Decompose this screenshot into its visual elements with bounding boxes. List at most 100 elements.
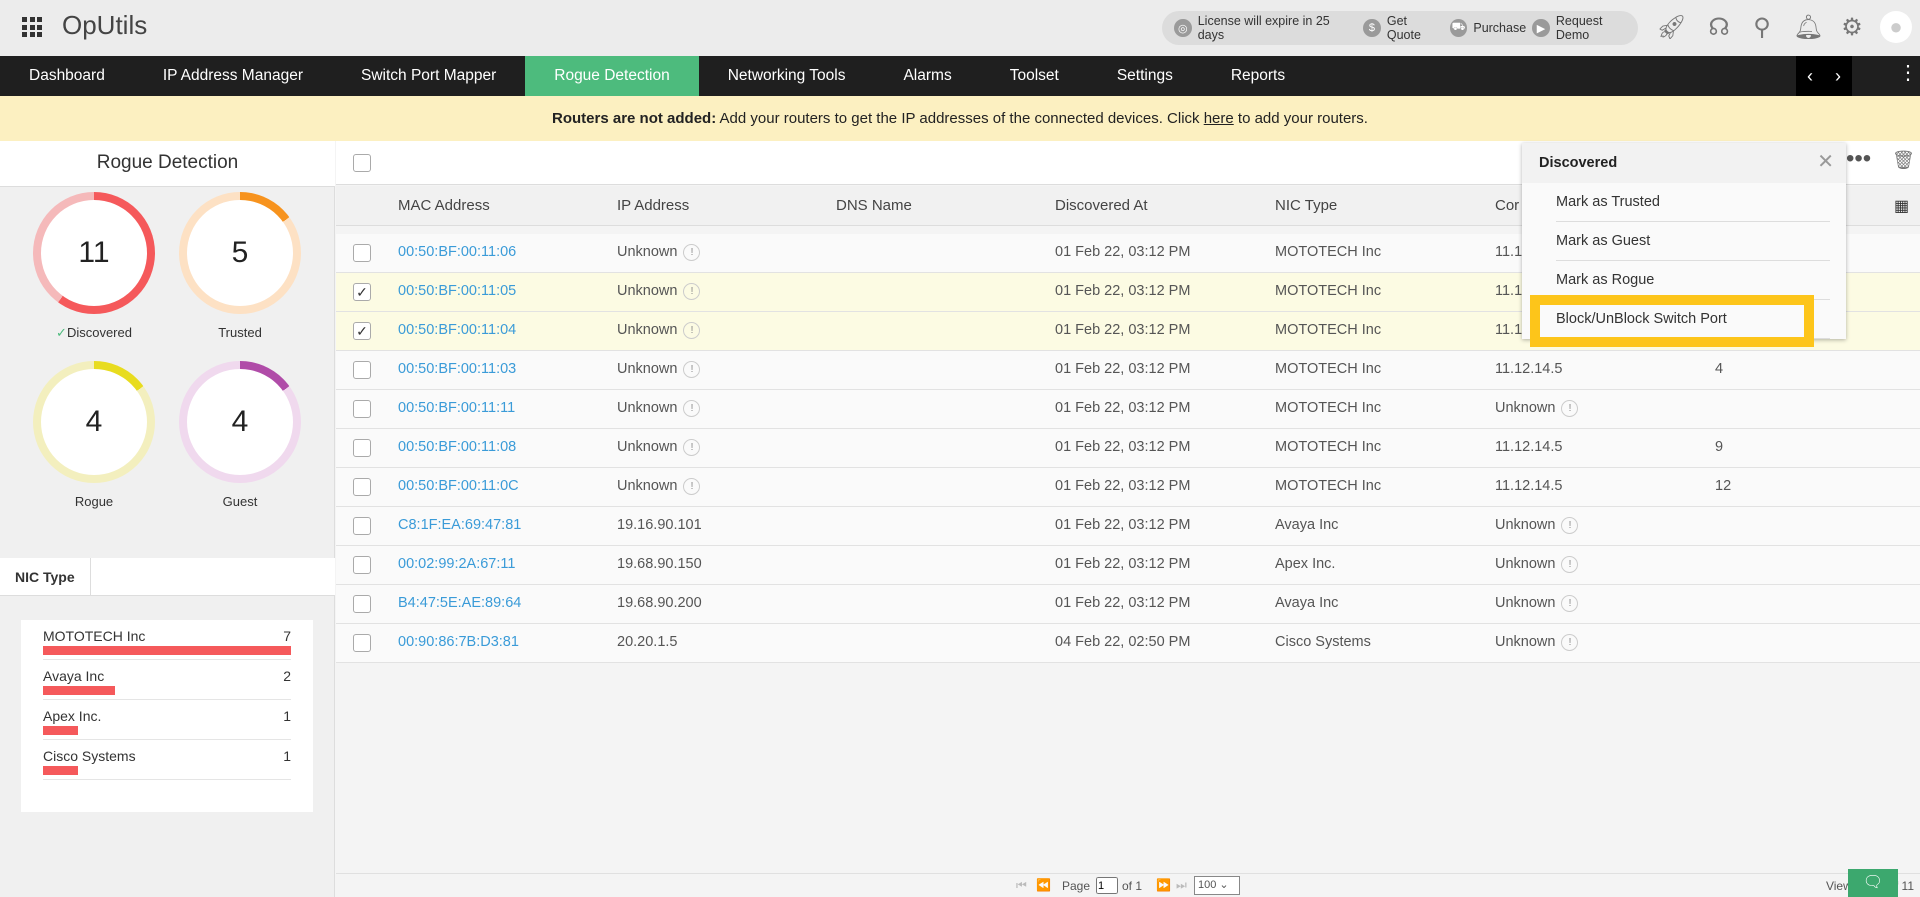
apps-grid-icon[interactable]	[22, 17, 42, 37]
row-checkbox[interactable]	[353, 634, 371, 652]
mac-address-link[interactable]: 00:50:BF:00:11:03	[398, 361, 516, 377]
info-icon[interactable]: !	[683, 322, 701, 339]
nic-item[interactable]: Apex Inc. 1	[43, 700, 291, 740]
connected-text: Unknown	[1495, 517, 1556, 533]
chevron-right-icon[interactable]: ›	[1835, 66, 1841, 87]
nic-count: 2	[283, 668, 291, 684]
nic-type: MOTOTECH Inc	[1275, 322, 1382, 338]
nic-item[interactable]: Cisco Systems 1	[43, 740, 291, 780]
row-checkbox[interactable]: ✓	[353, 322, 371, 340]
column-header[interactable]: Discovered At	[1055, 197, 1148, 214]
purchase-link[interactable]: Purchase	[1473, 21, 1526, 35]
chat-icon[interactable]: 🗨︎	[1848, 869, 1898, 897]
info-icon[interactable]: !	[1561, 634, 1579, 651]
column-header[interactable]: IP Address	[617, 197, 689, 214]
more-icon[interactable]: •••	[1846, 145, 1871, 173]
table-row[interactable]: 00:50:BF:00:11:11 Unknown! 01 Feb 22, 03:1…	[336, 390, 1920, 429]
select-all-checkbox[interactable]	[353, 154, 371, 172]
mac-address-link[interactable]: C8:1F:EA:69:47:81	[398, 517, 521, 533]
search-icon[interactable]: ⚲	[1748, 14, 1776, 42]
nav-tab-ip-address-manager[interactable]: IP Address Manager	[134, 56, 332, 96]
ip-text: Unknown	[617, 478, 678, 494]
avatar[interactable]: ●	[1880, 11, 1912, 43]
mac-address-link[interactable]: 00:50:BF:00:11:08	[398, 439, 516, 455]
chevron-left-icon[interactable]: ‹	[1807, 66, 1813, 87]
row-checkbox[interactable]	[353, 361, 371, 379]
stat-ring-discovered[interactable]: 11	[33, 192, 155, 314]
row-checkbox[interactable]	[353, 478, 371, 496]
stat-ring-trusted[interactable]: 5	[179, 192, 301, 314]
nav-tab-switch-port-mapper[interactable]: Switch Port Mapper	[332, 56, 525, 96]
mac-address-link[interactable]: 00:50:BF:00:11:04	[398, 322, 516, 338]
table-row[interactable]: 00:50:BF:00:11:0C Unknown! 01 Feb 22, 03:1…	[336, 468, 1920, 507]
menu-item-mark-as-trusted[interactable]: Mark as Trusted	[1556, 183, 1830, 222]
row-checkbox[interactable]	[353, 400, 371, 418]
row-checkbox[interactable]	[353, 556, 371, 574]
column-header[interactable]: DNS Name	[836, 197, 912, 214]
more-vertical-icon[interactable]: ⋮	[1898, 60, 1918, 85]
mac-address-link[interactable]: 00:90:86:7B:D3:81	[398, 634, 519, 650]
nav-scroll: ‹ ›	[1796, 56, 1852, 96]
table-row[interactable]: 00:02:99:2A:67:11 19.68.90.150 01 Feb 22, …	[336, 546, 1920, 585]
rocket-icon[interactable]: 🚀︎	[1656, 14, 1686, 42]
mac-address-link[interactable]: 00:02:99:2A:67:11	[398, 556, 515, 572]
prev-page-icon[interactable]: ⏪	[1036, 878, 1051, 892]
info-icon[interactable]: !	[683, 439, 701, 456]
column-header[interactable]: MAC Address	[398, 197, 490, 214]
stat-ring-rogue[interactable]: 4	[33, 361, 155, 483]
table-row[interactable]: 00:50:BF:00:11:03 Unknown! 01 Feb 22, 03:1…	[336, 351, 1920, 390]
nic-item[interactable]: MOTOTECH Inc 7	[43, 620, 291, 660]
info-icon[interactable]: !	[1561, 517, 1579, 534]
row-checkbox[interactable]	[353, 439, 371, 457]
info-icon[interactable]: !	[683, 361, 701, 378]
info-icon[interactable]: !	[683, 478, 701, 495]
stat-value: 5	[187, 200, 293, 306]
info-icon[interactable]: !	[683, 244, 701, 261]
column-header[interactable]: NIC Type	[1275, 197, 1337, 214]
tab-nic-type[interactable]: NIC Type	[0, 558, 335, 596]
table-row[interactable]: B4:47:5E:AE:89:64 19.68.90.200 01 Feb 22, …	[336, 585, 1920, 624]
mac-address-link[interactable]: 00:50:BF:00:11:11	[398, 400, 515, 416]
nav-tab-rogue-detection[interactable]: Rogue Detection	[525, 56, 699, 96]
nav-tab-dashboard[interactable]: Dashboard	[0, 56, 134, 96]
close-icon[interactable]: ✕	[1817, 149, 1834, 174]
info-icon[interactable]: !	[1561, 556, 1579, 573]
info-icon[interactable]: !	[683, 400, 701, 417]
menu-item-mark-as-guest[interactable]: Mark as Guest	[1556, 222, 1830, 261]
info-icon[interactable]: !	[683, 283, 701, 300]
table-row[interactable]: 00:90:86:7B:D3:81 20.20.1.5 04 Feb 22, 02:…	[336, 624, 1920, 663]
page-input[interactable]	[1096, 877, 1118, 894]
nav-tab-networking-tools[interactable]: Networking Tools	[699, 56, 875, 96]
row-checkbox[interactable]	[353, 595, 371, 613]
column-chooser-icon[interactable]: ▦	[1894, 196, 1909, 216]
get-quote-link[interactable]: Get Quote	[1387, 14, 1444, 42]
info-icon[interactable]: !	[1561, 595, 1579, 612]
row-checkbox[interactable]: ✓	[353, 283, 371, 301]
table-row[interactable]: C8:1F:EA:69:47:81 19.16.90.101 01 Feb 22, …	[336, 507, 1920, 546]
first-page-icon[interactable]: ⏮	[1016, 878, 1027, 893]
mac-address-link[interactable]: 00:50:BF:00:11:05	[398, 283, 516, 299]
gear-icon[interactable]: ⚙	[1838, 14, 1866, 42]
bell-icon[interactable]: 🔔︎	[1793, 14, 1823, 42]
nic-item[interactable]: Avaya Inc 2	[43, 660, 291, 700]
info-icon[interactable]: !	[1561, 400, 1579, 417]
nav-tab-reports[interactable]: Reports	[1202, 56, 1314, 96]
table-row[interactable]: 00:50:BF:00:11:08 Unknown! 01 Feb 22, 03:1…	[336, 429, 1920, 468]
request-demo-link[interactable]: Request Demo	[1556, 14, 1638, 42]
column-header[interactable]: Cor	[1495, 197, 1519, 214]
nav-tab-alarms[interactable]: Alarms	[874, 56, 980, 96]
headset-icon[interactable]: ☊	[1705, 14, 1733, 42]
nav-tab-settings[interactable]: Settings	[1088, 56, 1202, 96]
trash-icon[interactable]: 🗑︎	[1892, 150, 1915, 171]
mac-address-link[interactable]: 00:50:BF:00:11:0C	[398, 478, 519, 494]
stat-ring-guest[interactable]: 4	[179, 361, 301, 483]
row-checkbox[interactable]	[353, 244, 371, 262]
last-page-icon[interactable]: ⏭	[1176, 878, 1187, 893]
per-page-select[interactable]: 100 ⌄	[1194, 876, 1240, 895]
nav-tab-toolset[interactable]: Toolset	[981, 56, 1088, 96]
mac-address-link[interactable]: B4:47:5E:AE:89:64	[398, 595, 521, 611]
banner-here-link[interactable]: here	[1204, 110, 1234, 127]
mac-address-link[interactable]: 00:50:BF:00:11:06	[398, 244, 516, 260]
next-page-icon[interactable]: ⏩	[1156, 878, 1171, 892]
row-checkbox[interactable]	[353, 517, 371, 535]
